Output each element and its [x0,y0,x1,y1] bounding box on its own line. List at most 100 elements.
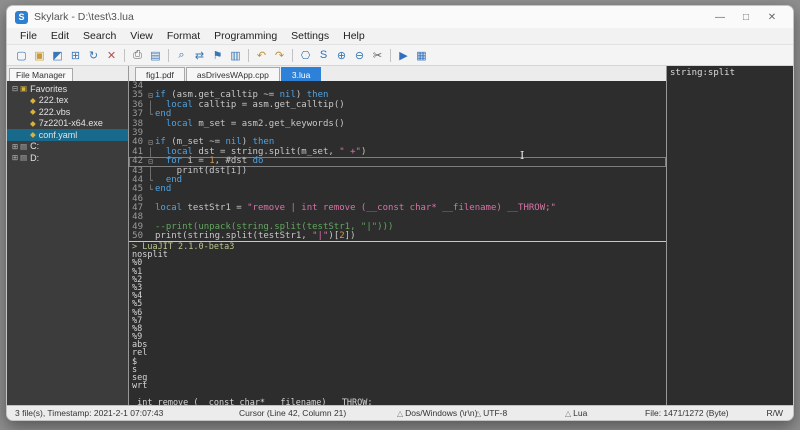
toolbar-button-bookmark-icon[interactable]: ⚑ [209,47,226,64]
menu-help[interactable]: Help [336,30,372,42]
file-tree: ⊟▣Favorites◆222.tex◆222.vbs◆7z2201-x64.e… [7,81,128,405]
fold-guide: └ [146,110,155,119]
tree-item-label: 7z2201-x64.exe [39,118,103,128]
menu-programming[interactable]: Programming [207,30,284,42]
code-line-47[interactable]: 47local testStr1 = "remove | int remove … [129,204,666,213]
code-line-50[interactable]: 50print(string.split(testStr1, "|")[2]) [129,232,666,241]
console-line: %0 [132,259,663,267]
dropdown-triangle-icon: △ [565,409,571,418]
fold-guide [146,129,155,138]
console-line: %1 [132,268,663,276]
toolbar-button-new-file-icon[interactable]: ▢ [13,47,30,64]
file-icon: ◆ [30,130,36,139]
code-line-45[interactable]: 45└end [129,185,666,194]
tree-item-222-vbs[interactable]: ◆222.vbs [7,106,128,118]
status-cursor-position: Cursor (Line 42, Column 21) [239,408,346,418]
toolbar-button-replace-icon[interactable]: ⇄ [191,47,208,64]
toolbar-button-preview-icon[interactable]: ▤ [147,47,164,64]
toolbar-separator [168,49,169,62]
code-line-43[interactable]: 43│ print(dst[i]) [129,167,666,176]
fold-guide [146,120,155,129]
tree-expander-icon[interactable]: ⊞ [10,142,20,151]
maximize-button[interactable]: □ [733,12,759,23]
output-console[interactable]: > LuaJIT 2.1.0-beta3nosplit%0%1%2%3%4%5%… [129,241,666,405]
tree-item-label: 222.vbs [39,107,71,117]
menu-file[interactable]: File [13,30,44,42]
tree-expander-icon[interactable]: ⊟ [10,84,20,93]
menu-format[interactable]: Format [160,30,207,42]
fold-marker-icon[interactable]: ⊟ [146,91,155,100]
status-cursor-position-text: Cursor (Line 42, Column 21) [239,408,346,418]
code-editor[interactable]: I 3435⊟if (asm.get_calltip ~= nil) then3… [129,81,666,241]
toolbar: ▢▣◩⊞↻✕ ⎙▤ ⌕⇄⚑▥ ↶↷ ⎔S⊕⊖✂ ▶▦ [7,45,793,66]
status-line-ending[interactable]: △Dos/Windows (\r\n) [397,408,477,418]
toolbar-separator [390,49,391,62]
toolbar-button-zoom-out-icon[interactable]: ⊖ [351,47,368,64]
status-encoding[interactable]: △UTF-8 [475,408,507,418]
tree-expander-icon[interactable]: ⊞ [10,153,20,162]
drive-icon: ▤ [20,142,27,151]
toolbar-button-panel-grid-icon[interactable]: ▦ [413,47,430,64]
console-line: $ [132,358,663,366]
tree-item-favorites[interactable]: ⊟▣Favorites [7,83,128,95]
code-line-44[interactable]: 44└ end [129,176,666,185]
status-files-info-text: 3 file(s), Timestamp: 2021-2-1 07:07:43 [15,408,163,418]
tab-strip: fig1.pdfasDrivesWApp.cpp3.lua [129,66,666,81]
fold-marker-icon[interactable]: ⊟ [146,157,155,166]
tab-fig1-pdf[interactable]: fig1.pdf [135,67,185,81]
code-text: local calltip = asm.get_calltip() [155,101,345,110]
menu-view[interactable]: View [123,30,160,42]
code-text: end [155,185,171,194]
minimize-button[interactable]: — [707,12,733,23]
tree-item-conf-yaml[interactable]: ◆conf.yaml [7,129,128,141]
file-manager-tab[interactable]: File Manager [9,68,73,81]
code-line-36[interactable]: 36│ local calltip = asm.get_calltip() [129,101,666,110]
toolbar-separator [292,49,293,62]
console-line: rel [132,349,663,357]
toolbar-button-snippets-icon[interactable]: ▥ [227,47,244,64]
toolbar-button-zoom-in-icon[interactable]: ⊕ [333,47,350,64]
tab-3-lua[interactable]: 3.lua [281,67,321,81]
toolbar-button-undo-icon[interactable]: ↶ [253,47,270,64]
status-language[interactable]: △Lua [565,408,587,418]
symbols-panel[interactable]: string:split [666,66,793,405]
console-line: %6 [132,309,663,317]
toolbar-button-cut-icon[interactable]: ✂ [369,47,386,64]
symbol-item[interactable]: string:split [670,68,735,78]
menu-edit[interactable]: Edit [44,30,76,42]
console-line: wrt [132,382,663,390]
status-permissions: R/W [766,408,783,418]
toolbar-button-reload-icon[interactable]: ↻ [85,47,102,64]
tab-asdriveswapp-cpp[interactable]: asDrivesWApp.cpp [186,67,280,81]
status-file-size: File: 1471/1272 (Byte) [645,408,729,418]
fold-marker-icon[interactable]: ⊟ [146,138,155,147]
toolbar-button-save-icon[interactable]: ◩ [49,47,66,64]
tree-item-7z2201-x64-exe[interactable]: ◆7z2201-x64.exe [7,118,128,130]
fold-guide: └ [146,185,155,194]
menu-settings[interactable]: Settings [284,30,336,42]
tree-item-222-tex[interactable]: ◆222.tex [7,95,128,107]
title-bar[interactable]: S Skylark - D:\test\3.lua — □ ✕ [7,6,793,28]
tree-item-label: C: [30,141,39,151]
toolbar-button-run-icon[interactable]: ▶ [395,47,412,64]
status-permissions-text: R/W [766,408,783,418]
menu-search[interactable]: Search [76,30,123,42]
fold-guide: │ [146,101,155,110]
toolbar-button-open-folder-icon[interactable]: ▣ [31,47,48,64]
fold-guide [146,232,155,241]
tree-item-d-[interactable]: ⊞▤D: [7,152,128,164]
fold-guide: │ [146,148,155,157]
toolbar-button-close-file-icon[interactable]: ✕ [103,47,120,64]
toolbar-button-redo-icon[interactable]: ↷ [271,47,288,64]
toolbar-button-save-all-icon[interactable]: ⊞ [67,47,84,64]
fold-guide: │ [146,167,155,176]
toolbar-button-search-icon[interactable]: ⌕ [173,47,190,64]
fold-guide [146,195,155,204]
tree-item-c-[interactable]: ⊞▤C: [7,141,128,153]
close-button[interactable]: ✕ [759,12,785,23]
dropdown-triangle-icon: △ [475,409,481,418]
toolbar-button-print-icon[interactable]: ⎙ [129,47,146,64]
toolbar-button-script-icon[interactable]: S [315,47,332,64]
code-line-38[interactable]: 38 local m_set = asm2.get_keywords() [129,120,666,129]
toolbar-button-hex-view-icon[interactable]: ⎔ [297,47,314,64]
